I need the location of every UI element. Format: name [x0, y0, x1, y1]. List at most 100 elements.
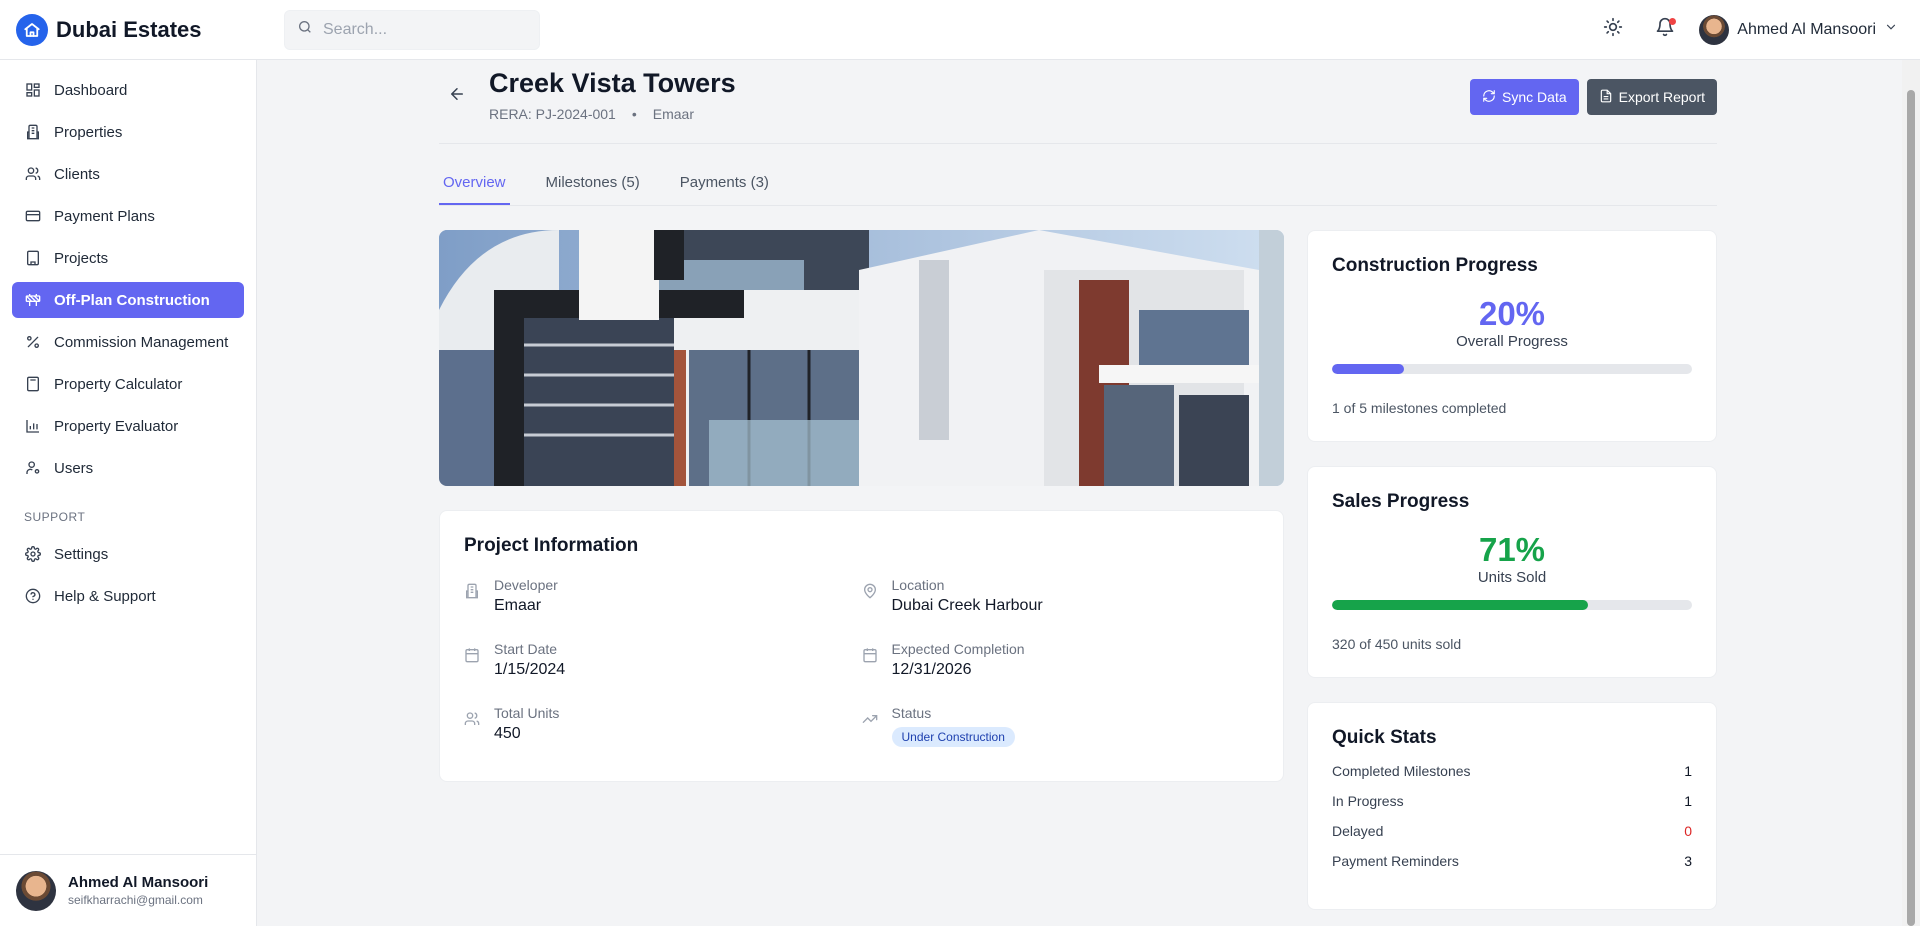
user-menu[interactable]: Ahmed Al Mansoori: [1699, 14, 1898, 45]
stat-completed-milestones: Completed Milestones 1: [1332, 763, 1692, 779]
sidebar-item-off-plan-construction[interactable]: Off-Plan Construction: [12, 282, 244, 318]
sidebar-item-label: Off-Plan Construction: [54, 291, 210, 309]
support-section-label: SUPPORT: [24, 510, 86, 524]
sales-note: 320 of 450 units sold: [1332, 636, 1462, 652]
users-icon: [24, 165, 42, 183]
sidebar-item-label: Users: [54, 459, 94, 477]
refresh-icon: [1482, 89, 1496, 106]
calendar-icon: [862, 641, 892, 679]
theme-toggle-button[interactable]: [1595, 12, 1631, 48]
calendar-icon: [464, 641, 494, 679]
notifications-button[interactable]: [1647, 12, 1683, 48]
construction-progress-fill: [1332, 364, 1404, 374]
developer-name: Emaar: [652, 106, 694, 122]
building-icon: [24, 123, 42, 141]
user-key-icon: [24, 459, 42, 477]
brand-name: Dubai Estates: [56, 16, 202, 42]
sidebar-item-commission-management[interactable]: Commission Management: [12, 324, 244, 360]
brand[interactable]: Dubai Estates: [0, 13, 257, 46]
location-label: Location: [891, 577, 945, 593]
sidebar-item-users[interactable]: Users: [12, 450, 244, 486]
stat-value: 1: [1684, 763, 1692, 779]
construction-note: 1 of 5 milestones completed: [1332, 400, 1507, 416]
start-date-value: 1/15/2024: [494, 661, 566, 678]
stat-value: 0: [1684, 823, 1692, 839]
export-report-label: Export Report: [1618, 89, 1705, 105]
sidebar-item-label: Help & Support: [54, 587, 156, 605]
tab-overview[interactable]: Overview: [439, 174, 510, 205]
top-header: Dubai Estates Ahmed Al Mansoori: [0, 0, 1920, 60]
avatar: [16, 870, 56, 911]
bar-chart-icon: [24, 417, 42, 435]
chevron-down-icon: [1884, 20, 1898, 39]
stat-payment-reminders: Payment Reminders 3: [1332, 853, 1692, 869]
file-icon: [1599, 89, 1613, 106]
completion-value: 12/31/2026: [891, 661, 972, 678]
sidebar-item-payment-plans[interactable]: Payment Plans: [12, 198, 244, 234]
construction-progress-bar: [1332, 364, 1692, 374]
construction-percent: 20%: [1478, 295, 1546, 332]
total-units-value: 450: [494, 725, 521, 742]
sun-icon: [1603, 17, 1623, 42]
profile-name: Ahmed Al Mansoori: [68, 874, 209, 891]
sync-data-button[interactable]: Sync Data: [1470, 79, 1579, 115]
sync-data-label: Sync Data: [1502, 89, 1567, 105]
sidebar-item-help-support[interactable]: Help & Support: [12, 578, 244, 614]
sidebar-item-dashboard[interactable]: Dashboard: [12, 72, 244, 108]
sidebar: Dashboard Properties Clients Payment Pla…: [0, 60, 257, 926]
sidebar-item-settings[interactable]: Settings: [12, 536, 244, 572]
sidebar-user-profile[interactable]: Ahmed Al Mansoori seifkharrachi@gmail.co…: [0, 854, 256, 926]
main-content: Creek Vista Towers RERA: PJ-2024-001 • Ema…: [257, 60, 1902, 926]
page-scrollbar[interactable]: [1902, 60, 1920, 926]
search-icon: [297, 19, 313, 40]
sales-percent: 71%: [1478, 531, 1546, 568]
quick-stats-title: Quick Stats: [1332, 727, 1437, 748]
sales-progress-title: Sales Progress: [1332, 491, 1470, 512]
page-subtitle: RERA: PJ-2024-001 • Emaar: [489, 106, 694, 122]
tab-milestones[interactable]: Milestones (5): [542, 174, 644, 205]
status-label: Status: [891, 705, 932, 721]
info-start-date: Start Date 1/15/2024: [464, 641, 862, 679]
stat-label: Delayed: [1332, 823, 1384, 839]
calculator-icon: [24, 375, 42, 393]
sales-progress-card: Sales Progress 71% Units Sold 320 of 450…: [1307, 466, 1717, 678]
percent-icon: [24, 333, 42, 351]
project-information-title: Project Information: [464, 535, 639, 556]
gear-icon: [24, 545, 42, 563]
construction-progress-card: Construction Progress 20% Overall Progre…: [1307, 230, 1717, 442]
sidebar-item-projects[interactable]: Projects: [12, 240, 244, 276]
stat-value: 1: [1684, 793, 1692, 809]
search-input[interactable]: [323, 20, 523, 39]
rera-number: RERA: PJ-2024-001: [489, 106, 616, 122]
tab-payments[interactable]: Payments (3): [676, 174, 773, 205]
sidebar-item-properties[interactable]: Properties: [12, 114, 244, 150]
scrollbar-thumb[interactable]: [1907, 90, 1915, 926]
construction-subtitle: Overall Progress: [1456, 333, 1568, 350]
project-information-card: Project Information Developer Emaar Locat…: [439, 510, 1284, 782]
sidebar-item-label: Property Calculator: [54, 375, 183, 393]
sidebar-item-label: Properties: [54, 123, 123, 141]
sidebar-item-property-evaluator[interactable]: Property Evaluator: [12, 408, 244, 444]
status-badge: Under Construction: [891, 727, 1015, 747]
info-expected-completion: Expected Completion 12/31/2026: [862, 641, 1260, 679]
quick-stats-card: Quick Stats Completed Milestones 1 In Pro…: [1307, 702, 1717, 910]
help-icon: [24, 587, 42, 605]
sidebar-item-clients[interactable]: Clients: [12, 156, 244, 192]
stat-label: Completed Milestones: [1332, 763, 1471, 779]
notification-badge: [1669, 17, 1677, 25]
sidebar-item-label: Payment Plans: [54, 207, 155, 225]
search-box[interactable]: [284, 9, 540, 50]
back-button[interactable]: [443, 82, 471, 110]
sales-progress-bar: [1332, 600, 1692, 610]
sidebar-item-property-calculator[interactable]: Property Calculator: [12, 366, 244, 402]
home-logo-icon: [16, 13, 48, 46]
project-image: [439, 230, 1284, 486]
export-report-button[interactable]: Export Report: [1586, 79, 1717, 115]
sales-progress-fill: [1332, 600, 1588, 610]
total-units-label: Total Units: [494, 705, 560, 721]
info-total-units: Total Units 450: [464, 705, 862, 747]
office-icon: [24, 249, 42, 267]
stat-delayed: Delayed 0: [1332, 823, 1692, 839]
start-date-label: Start Date: [494, 641, 558, 657]
info-status: Status Under Construction: [862, 705, 1260, 747]
